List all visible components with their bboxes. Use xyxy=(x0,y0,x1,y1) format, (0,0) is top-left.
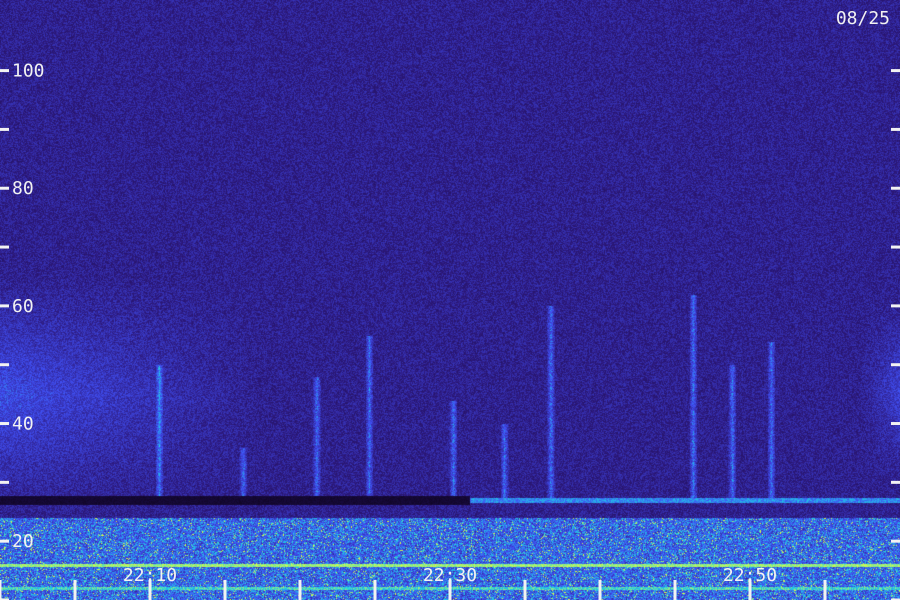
spectrogram-frame: 20 40 60 80 100 22:10 22:30 22:50 08/25 xyxy=(0,0,900,600)
date-label: 08/25 xyxy=(836,8,890,29)
y-tick-label-40: 40 xyxy=(12,414,34,435)
y-axis-ticks: 20 40 60 80 100 xyxy=(0,61,900,600)
x-tick-label-2210: 22:10 xyxy=(123,565,177,586)
y-tick-label-20: 20 xyxy=(12,531,34,552)
y-tick-label-100: 100 xyxy=(12,61,45,82)
x-tick-label-2230: 22:30 xyxy=(423,565,477,586)
y-tick-label-60: 60 xyxy=(12,296,34,317)
x-tick-label-2250: 22:50 xyxy=(723,565,777,586)
spectrogram-overlay: 20 40 60 80 100 22:10 22:30 22:50 08/25 xyxy=(0,8,900,600)
y-tick-label-80: 80 xyxy=(12,178,34,199)
x-axis-ticks: 22:10 22:30 22:50 xyxy=(0,565,827,600)
